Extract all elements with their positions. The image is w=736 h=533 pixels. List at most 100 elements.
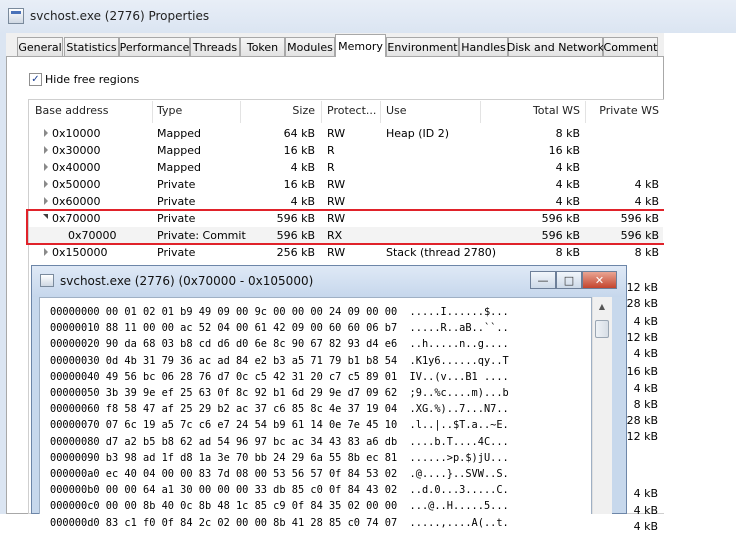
cell-protect: RW bbox=[327, 127, 346, 140]
hex-line: 00000080 d7 a2 b5 b8 62 ad 54 96 97 bc a… bbox=[50, 435, 509, 448]
cell-type: Private bbox=[157, 246, 196, 259]
memory-row[interactable]: 0x60000 Private 4 kB RW 4 kB 4 kB bbox=[29, 193, 663, 210]
hex-line: 00000040 49 56 bc 06 28 76 d7 0c c5 42 3… bbox=[50, 370, 509, 383]
hex-line: 00000050 3b 39 9e ef 25 63 0f 8c 92 b1 6… bbox=[50, 387, 509, 399]
cell-address: 0x30000 bbox=[52, 144, 101, 157]
column-header-total-ws[interactable]: Total WS bbox=[482, 104, 580, 122]
cell-use: Heap (ID 2) bbox=[386, 127, 450, 140]
cell-size: 64 kB bbox=[283, 127, 315, 140]
hex-line: 000000b0 00 00 64 a1 30 00 00 00 33 db 8… bbox=[50, 484, 509, 497]
hide-free-regions-checkbox[interactable]: ✓ bbox=[29, 73, 42, 86]
expand-closed-icon[interactable] bbox=[44, 248, 48, 256]
hex-line: 000000d0 83 c1 f0 0f 84 2c 02 00 00 8b 4… bbox=[50, 516, 509, 529]
minimize-button[interactable]: — bbox=[530, 271, 556, 289]
tab-comment[interactable]: Comment bbox=[603, 37, 658, 56]
tab-statistics[interactable]: Statistics bbox=[64, 37, 119, 56]
close-icon: ✕ bbox=[594, 273, 605, 287]
tab-handles[interactable]: Handles bbox=[459, 37, 508, 56]
hex-line: 00000090 b3 98 ad 1f d8 1a 3e 70 bb 24 2… bbox=[50, 451, 509, 464]
cell-total-ws: 8 kB bbox=[555, 127, 580, 140]
tab-threads[interactable]: Threads bbox=[190, 37, 240, 56]
cell-type: Private bbox=[157, 178, 196, 191]
cell-protect: RW bbox=[327, 246, 346, 259]
window-title: svchost.exe (2776) Properties bbox=[30, 9, 210, 23]
close-button[interactable]: ✕ bbox=[582, 271, 617, 289]
cell-use: Stack (thread 2780) bbox=[386, 246, 497, 259]
memory-row[interactable]: 0x150000 Private 256 kB RW Stack (thread 278… bbox=[29, 244, 663, 261]
private-ws-value: 4 kB bbox=[633, 520, 658, 533]
maximize-button[interactable]: □ bbox=[556, 271, 582, 289]
hex-line: 000000a0 ec 40 04 00 00 83 7d 08 00 53 5… bbox=[50, 468, 509, 480]
column-header-private-ws[interactable]: Private WS bbox=[589, 104, 659, 122]
column-header-base-address[interactable]: Base address bbox=[35, 104, 109, 122]
tab-disk-and-network[interactable]: Disk and Network bbox=[507, 37, 604, 56]
memory-row[interactable]: 0x10000 Mapped 64 kB RW Heap (ID 2) 8 kB bbox=[29, 125, 663, 142]
cell-total-ws: 16 kB bbox=[548, 144, 580, 157]
hex-line: 00000020 90 da 68 03 b8 cd d6 d0 6e 8c 9… bbox=[50, 338, 509, 351]
hex-line: 00000070 07 6c 19 a5 7c c6 e7 24 54 b9 6… bbox=[50, 419, 509, 432]
cell-total-ws: 8 kB bbox=[555, 246, 580, 259]
cell-address: 0x40000 bbox=[52, 161, 101, 174]
hex-line: 00000000 00 01 02 01 b9 49 09 00 9c 00 0… bbox=[50, 306, 509, 318]
memory-row[interactable]: 0x30000 Mapped 16 kB R 16 kB bbox=[29, 142, 663, 159]
cell-size: 4 kB bbox=[290, 161, 315, 174]
hex-line: 00000030 0d 4b 31 79 36 ac ad 84 e2 b3 a… bbox=[50, 354, 509, 367]
expand-closed-icon[interactable] bbox=[44, 180, 48, 188]
column-separator[interactable] bbox=[240, 101, 241, 123]
window-right-area bbox=[664, 33, 736, 514]
cell-type: Mapped bbox=[157, 161, 201, 174]
cell-address: 0x10000 bbox=[52, 127, 101, 140]
cell-address: 0x60000 bbox=[52, 195, 101, 208]
column-separator[interactable] bbox=[585, 101, 586, 123]
cell-private-ws: 4 kB bbox=[634, 178, 659, 191]
cell-protect: R bbox=[327, 161, 335, 174]
hide-free-regions-label[interactable]: Hide free regions bbox=[45, 73, 139, 86]
cell-size: 256 kB bbox=[276, 246, 315, 259]
cell-size: 16 kB bbox=[283, 144, 315, 157]
expand-closed-icon[interactable] bbox=[44, 197, 48, 205]
cell-private-ws: 4 kB bbox=[634, 195, 659, 208]
memory-row[interactable]: 0x50000 Private 16 kB RW 4 kB 4 kB bbox=[29, 176, 663, 193]
cell-size: 4 kB bbox=[290, 195, 315, 208]
shellcode-highlight-box bbox=[26, 209, 666, 245]
column-header-size[interactable]: Size bbox=[246, 104, 315, 122]
tab-modules[interactable]: Modules bbox=[285, 37, 335, 56]
tab-performance[interactable]: Performance bbox=[119, 37, 190, 56]
hex-window-title: svchost.exe (2776) (0x70000 - 0x105000) bbox=[60, 274, 314, 288]
column-separator[interactable] bbox=[480, 101, 481, 123]
column-header-use[interactable]: Use bbox=[386, 104, 407, 122]
column-separator[interactable] bbox=[380, 101, 381, 123]
cell-protect: RW bbox=[327, 178, 346, 191]
cell-total-ws: 4 kB bbox=[555, 195, 580, 208]
cell-address: 0x50000 bbox=[52, 178, 101, 191]
cell-type: Private bbox=[157, 195, 196, 208]
hex-line: 00000010 88 11 00 00 ac 52 04 00 61 42 0… bbox=[50, 322, 509, 335]
column-header-protect[interactable]: Protect... bbox=[327, 104, 376, 122]
tab-environment[interactable]: Environment bbox=[386, 37, 459, 56]
cell-private-ws: 8 kB bbox=[634, 246, 659, 259]
hex-line: 00000060 f8 58 47 af 25 29 b2 ac 37 c6 8… bbox=[50, 403, 509, 416]
hex-window-icon bbox=[40, 274, 54, 287]
column-header-type[interactable]: Type bbox=[157, 104, 182, 122]
cell-address: 0x150000 bbox=[52, 246, 108, 259]
app-icon bbox=[8, 8, 24, 24]
cell-total-ws: 4 kB bbox=[555, 178, 580, 191]
cell-protect: R bbox=[327, 144, 335, 157]
maximize-icon: □ bbox=[563, 273, 575, 287]
column-separator[interactable] bbox=[321, 101, 322, 123]
scroll-thumb[interactable] bbox=[595, 320, 609, 338]
cell-type: Mapped bbox=[157, 144, 201, 157]
memory-row[interactable]: 0x40000 Mapped 4 kB R 4 kB bbox=[29, 159, 663, 176]
expand-closed-icon[interactable] bbox=[44, 163, 48, 171]
cell-type: Mapped bbox=[157, 127, 201, 140]
tab-general[interactable]: General bbox=[17, 37, 63, 56]
expand-closed-icon[interactable] bbox=[44, 146, 48, 154]
column-separator[interactable] bbox=[152, 101, 153, 123]
scroll-up-arrow-icon[interactable]: ▲ bbox=[593, 299, 611, 315]
cell-protect: RW bbox=[327, 195, 346, 208]
expand-closed-icon[interactable] bbox=[44, 129, 48, 137]
minimize-icon: — bbox=[537, 273, 549, 287]
tab-memory[interactable]: Memory bbox=[335, 34, 386, 57]
tab-token[interactable]: Token bbox=[240, 37, 285, 56]
cell-total-ws: 4 kB bbox=[555, 161, 580, 174]
